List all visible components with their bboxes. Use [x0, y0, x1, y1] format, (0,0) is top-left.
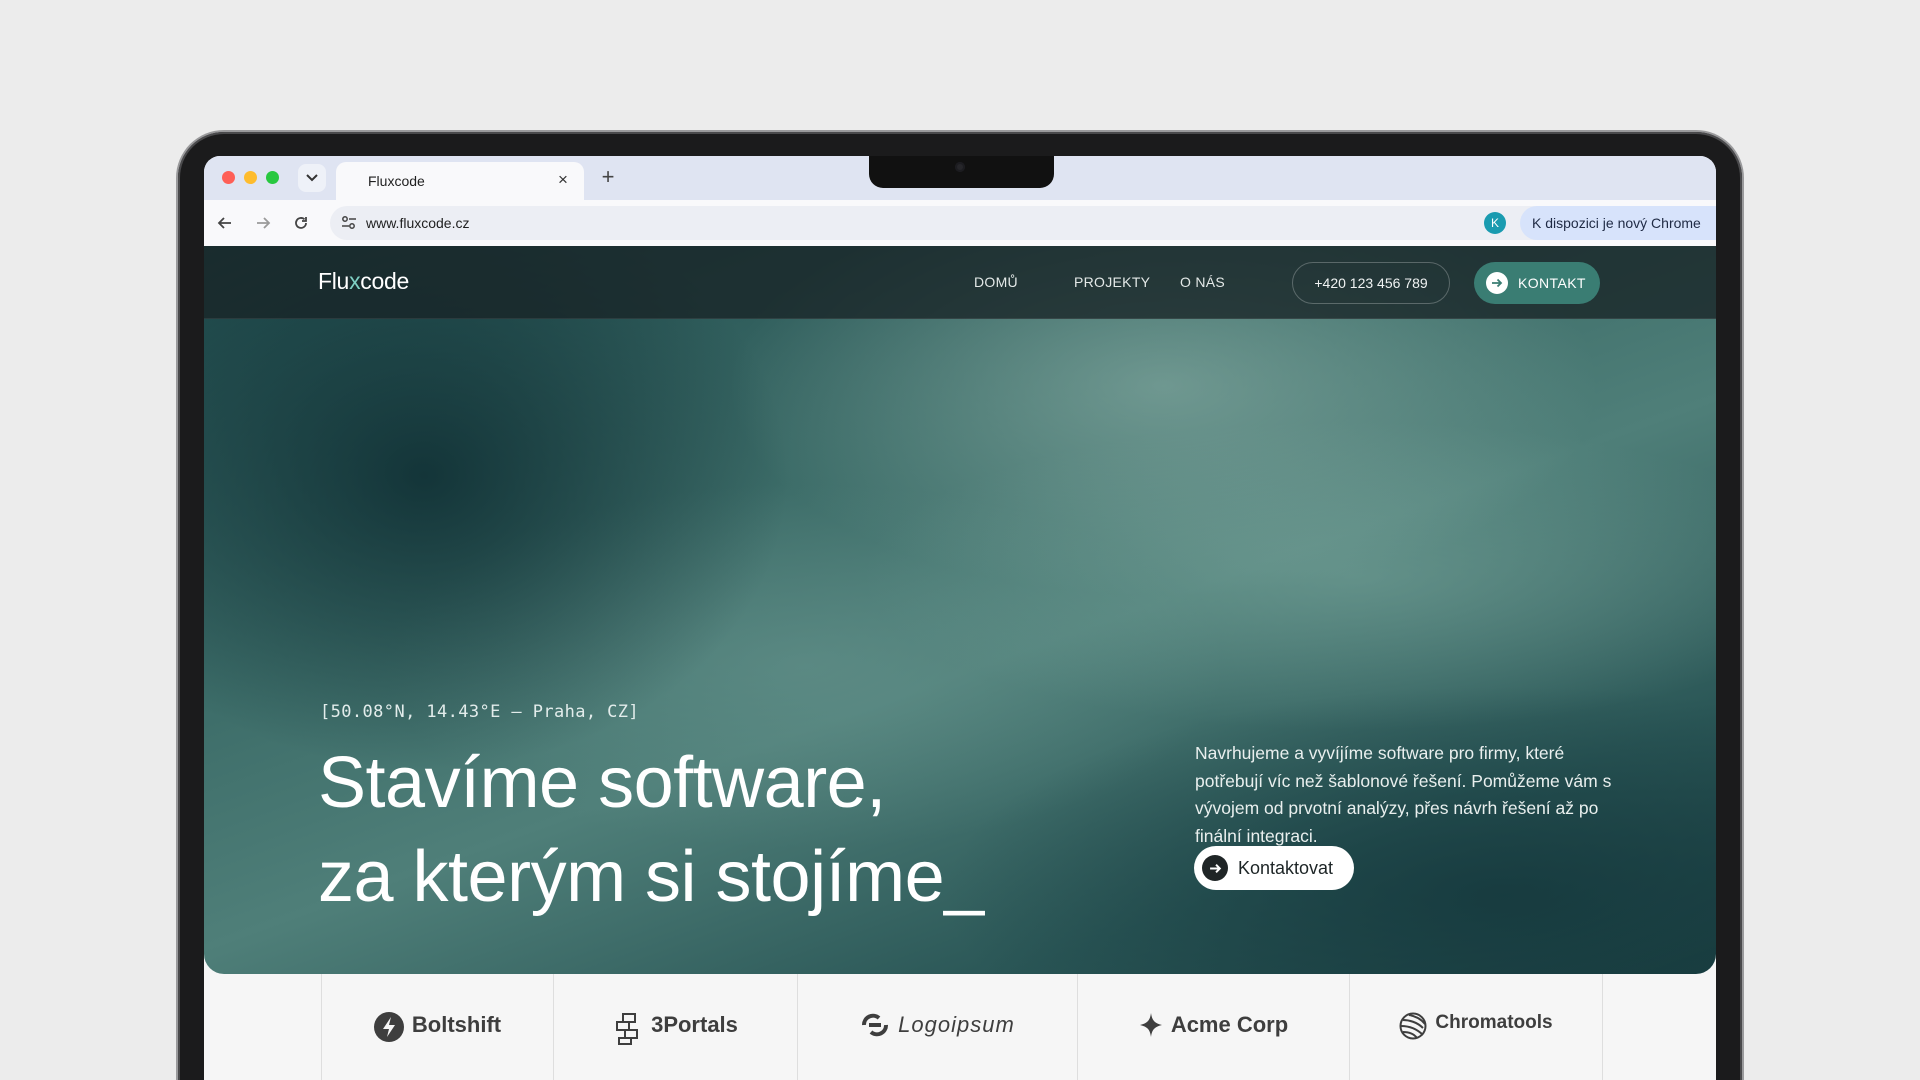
phone-button[interactable]: +420 123 456 789: [1292, 262, 1450, 304]
active-tab[interactable]: Fluxcode ×: [336, 162, 584, 200]
arrow-left-icon: [217, 217, 231, 229]
contact-button-label: KONTAKT: [1518, 275, 1586, 291]
camera-notch: [869, 156, 1054, 188]
chrome-update-notice[interactable]: K dispozici je nový Chrome: [1520, 206, 1716, 240]
back-button[interactable]: [214, 212, 236, 234]
screen: Fluxcode × + www.fluxcode.cz K K dispozi…: [204, 156, 1716, 1080]
forward-button[interactable]: [252, 212, 274, 234]
url-text: www.fluxcode.cz: [366, 215, 470, 231]
address-bar[interactable]: www.fluxcode.cz: [330, 206, 1658, 240]
new-tab-button[interactable]: +: [596, 166, 620, 190]
site-header: Fluxcode DOMŮ PROJEKTY O NÁS +420 123 45…: [204, 246, 1716, 319]
logo-text-part1: Flu: [318, 268, 350, 294]
chevron-down-icon: [306, 174, 318, 182]
website: Fluxcode DOMŮ PROJEKTY O NÁS +420 123 45…: [204, 246, 1716, 1080]
window-controls: [222, 171, 279, 184]
arrow-right-icon: [1202, 855, 1228, 881]
headline-line-1: Stavíme software,: [318, 743, 886, 823]
reload-button[interactable]: [290, 212, 312, 234]
client-name: Boltshift: [411, 1012, 502, 1037]
client-logo-chromatools: Chromatools: [1349, 974, 1603, 1080]
tab-title: Fluxcode: [368, 173, 425, 189]
logo-text-part3: code: [360, 268, 409, 294]
client-logo-logoipsum: Logoipsum: [797, 974, 1077, 1080]
client-name: 3Portals: [651, 1012, 738, 1037]
laptop-frame: Fluxcode × + www.fluxcode.cz K K dispozi…: [178, 132, 1742, 1080]
hero-description: Navrhujeme a vyvíjíme software pro firmy…: [1195, 743, 1612, 846]
hero-headline: Stavíme software, za kterým si stojíme_: [318, 736, 984, 924]
nav-item-domu[interactable]: DOMŮ: [974, 274, 1018, 290]
nav-item-o-nas[interactable]: O NÁS: [1180, 274, 1225, 290]
client-logo-3portals: 3Portals: [553, 974, 797, 1080]
site-logo[interactable]: Fluxcode: [318, 268, 409, 295]
arrow-right-icon: [257, 217, 271, 229]
logo-text-part2: x: [349, 268, 361, 294]
sphere-icon: [1399, 1012, 1427, 1040]
portals-icon: [616, 1013, 639, 1045]
client-logo-acme-corp: Acme Corp: [1077, 974, 1349, 1080]
logoipsum-icon: [862, 1013, 889, 1037]
client-name: Chromatools: [1435, 1012, 1553, 1033]
tab-search-button[interactable]: [298, 164, 326, 192]
site-settings-icon[interactable]: [340, 214, 358, 232]
arrow-right-icon: [1486, 272, 1508, 294]
camera-icon: [955, 162, 965, 172]
reload-icon: [295, 217, 307, 229]
client-name: Acme Corp: [1170, 1012, 1289, 1037]
location-coordinates: [50.08°N, 14.43°E — Praha, CZ]: [320, 702, 640, 722]
maximize-window-button[interactable]: [266, 171, 279, 184]
contact-cta-button[interactable]: Kontaktovat: [1194, 846, 1354, 890]
minimize-window-button[interactable]: [244, 171, 257, 184]
hero-section: Fluxcode DOMŮ PROJEKTY O NÁS +420 123 45…: [204, 246, 1716, 974]
sparkle-icon: [1139, 1013, 1162, 1037]
tab-close-icon[interactable]: ×: [554, 171, 572, 189]
client-logo-boltshift: Boltshift: [321, 974, 553, 1080]
profile-avatar[interactable]: K: [1484, 212, 1506, 234]
bolt-icon: [373, 1012, 404, 1042]
close-window-button[interactable]: [222, 171, 235, 184]
client-name: Logoipsum: [898, 1012, 1015, 1037]
client-logos: Boltshift 3Portals Logoipsum Acme Corp C…: [321, 974, 1603, 1080]
nav-item-projekty[interactable]: PROJEKTY: [1074, 274, 1150, 290]
contact-button[interactable]: KONTAKT: [1474, 262, 1600, 304]
headline-line-2: za kterým si stojíme_: [318, 837, 984, 917]
cta-label: Kontaktovat: [1238, 857, 1334, 878]
